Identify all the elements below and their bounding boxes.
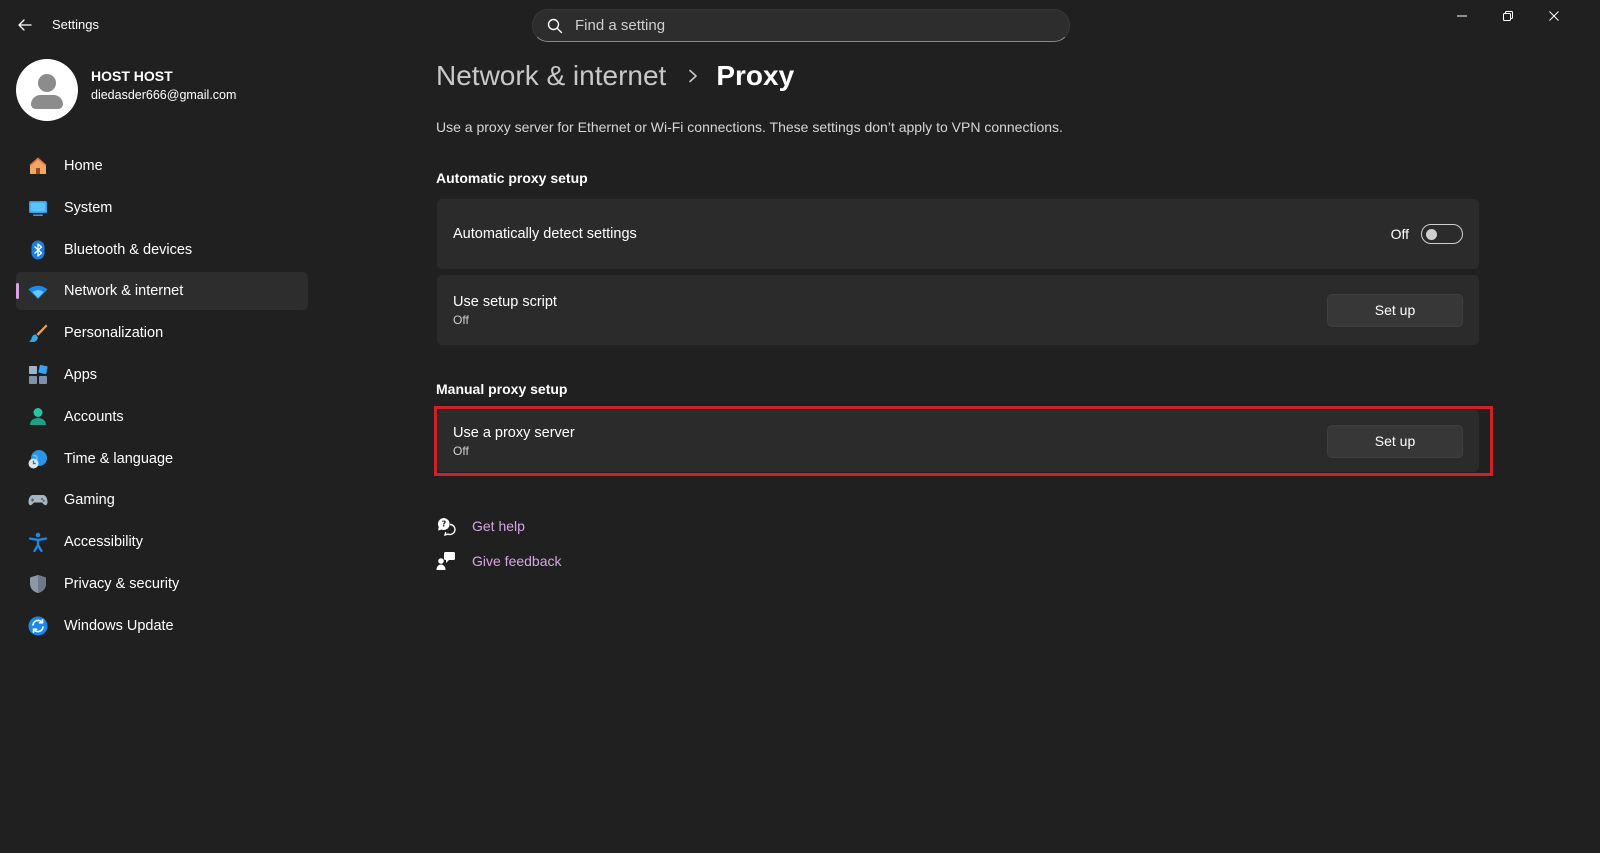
avatar: [16, 59, 78, 121]
sidebar-item-gaming[interactable]: Gaming: [16, 481, 308, 519]
sidebar-item-accessibility[interactable]: Accessibility: [16, 523, 308, 561]
section-title-automatic: Automatic proxy setup: [436, 170, 588, 186]
minimize-icon: [1457, 15, 1467, 17]
update-icon: [28, 616, 48, 636]
globe-clock-icon: [28, 449, 48, 469]
sidebar-item-label: System: [64, 199, 113, 216]
restore-button[interactable]: [1485, 0, 1531, 32]
arrow-left-icon: [18, 19, 32, 31]
setting-subtitle: Off: [453, 312, 469, 327]
breadcrumb-parent[interactable]: Network & internet: [436, 60, 666, 92]
bluetooth-icon: [28, 240, 48, 260]
sidebar-item-label: Home: [64, 158, 103, 174]
get-help-label: Get help: [472, 518, 525, 534]
sidebar-item-label: Accounts: [64, 408, 124, 425]
restore-icon: [1503, 11, 1513, 21]
chevron-right-icon: [688, 69, 698, 83]
sidebar-item-label: Gaming: [64, 492, 115, 509]
sidebar-item-label: Network & internet: [64, 283, 184, 300]
apps-icon: [28, 364, 48, 385]
wifi-icon: [28, 281, 48, 301]
sidebar-item-windows-update[interactable]: Windows Update: [16, 607, 308, 645]
toggle-state-label: Off: [1390, 226, 1409, 242]
sidebar-item-personalization[interactable]: Personalization: [16, 314, 308, 352]
sidebar-item-network[interactable]: Network & internet: [16, 272, 308, 311]
section-title-manual: Manual proxy setup: [436, 381, 568, 397]
give-feedback-label: Give feedback: [472, 553, 562, 569]
page-description: Use a proxy server for Ethernet or Wi-Fi…: [436, 119, 1063, 135]
gamepad-icon: [28, 490, 48, 510]
sidebar-item-home[interactable]: Home: [16, 147, 308, 185]
setting-title: Use setup script: [453, 293, 557, 310]
sidebar-item-label: Windows Update: [64, 617, 174, 634]
home-icon: [28, 156, 48, 176]
sidebar-item-time-language[interactable]: Time & language: [16, 440, 308, 478]
breadcrumb: Network & internet Proxy: [436, 60, 794, 92]
page-title: Proxy: [716, 60, 795, 91]
monitor-icon: [28, 198, 48, 218]
highlight-annotation: [434, 406, 1493, 476]
sidebar-item-label: Personalization: [64, 325, 164, 342]
search-box[interactable]: [532, 9, 1070, 42]
close-button[interactable]: [1531, 0, 1577, 32]
help-chat-icon: ?: [436, 516, 456, 536]
profile-name: HOST HOST: [91, 68, 173, 84]
sidebar-item-label: Privacy & security: [64, 575, 180, 592]
close-icon: [1549, 11, 1559, 21]
back-button[interactable]: [14, 14, 36, 36]
sidebar-item-bluetooth[interactable]: Bluetooth & devices: [16, 231, 308, 269]
search-input[interactable]: [575, 17, 1045, 34]
sidebar-item-apps[interactable]: Apps: [16, 356, 308, 394]
get-help-link[interactable]: ? Get help: [436, 516, 525, 536]
sidebar-item-label: Apps: [64, 366, 98, 383]
person-icon: [28, 407, 48, 427]
setting-card-auto-detect[interactable]: Automatically detect settings Off: [437, 199, 1479, 269]
sidebar-item-system[interactable]: System: [16, 189, 308, 227]
auto-detect-toggle[interactable]: [1421, 224, 1463, 244]
sidebar-item-privacy[interactable]: Privacy & security: [16, 565, 308, 603]
sidebar-item-accounts[interactable]: Accounts: [16, 398, 308, 436]
search-icon: [547, 18, 563, 34]
feedback-icon: [436, 551, 456, 571]
give-feedback-link[interactable]: Give feedback: [436, 551, 562, 571]
title-bar: Settings: [0, 0, 1600, 50]
profile-email: diedasder666@gmail.com: [91, 88, 237, 102]
setting-title: Automatically detect settings: [453, 226, 637, 242]
setting-card-setup-script: Use setup script Off Set up: [437, 275, 1479, 345]
user-profile[interactable]: HOST HOST diedasder666@gmail.com: [16, 59, 236, 121]
minimize-button[interactable]: [1439, 0, 1485, 32]
brush-icon: [28, 323, 48, 343]
app-title: Settings: [52, 17, 99, 32]
svg-text:?: ?: [442, 520, 447, 529]
sidebar-nav: Home System Bluetooth & devices Network …: [16, 147, 308, 649]
sidebar-item-label: Time & language: [64, 450, 174, 467]
toggle-knob: [1426, 229, 1437, 240]
setup-script-button[interactable]: Set up: [1327, 293, 1463, 327]
accessibility-icon: [28, 532, 48, 553]
shield-icon: [28, 574, 48, 594]
sidebar-item-label: Accessibility: [64, 534, 143, 551]
sidebar-item-label: Bluetooth & devices: [64, 241, 193, 258]
